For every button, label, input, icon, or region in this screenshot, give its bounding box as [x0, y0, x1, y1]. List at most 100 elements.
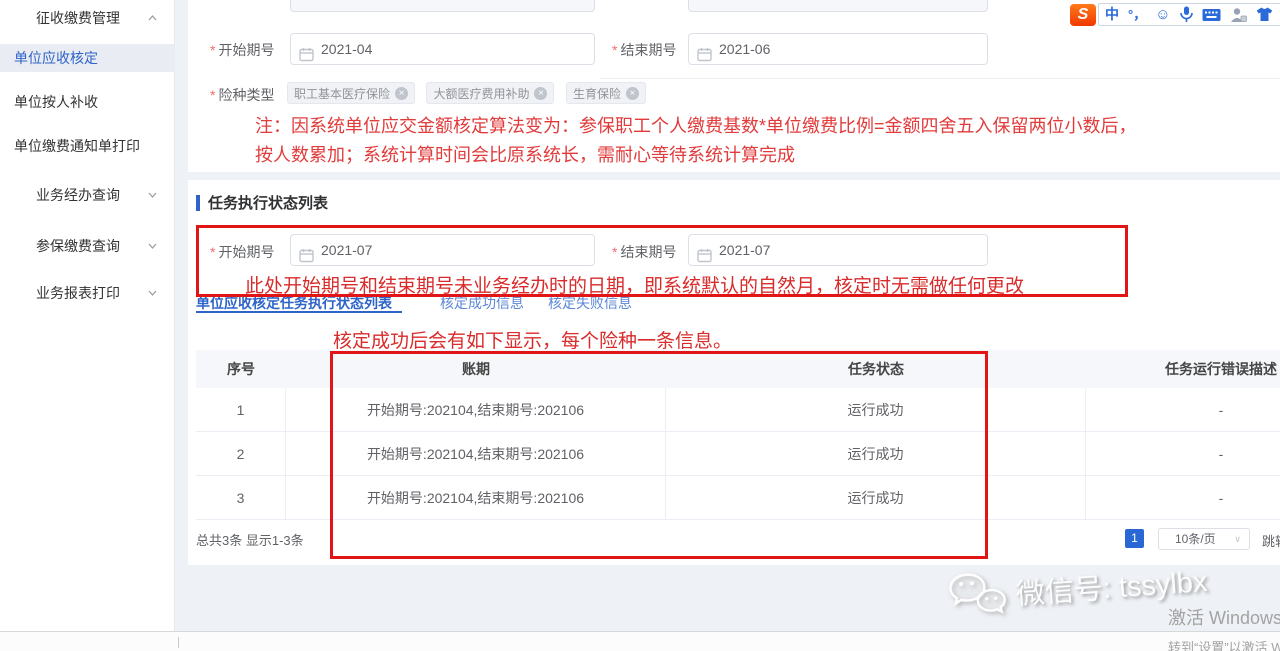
sogou-logo[interactable]: S [1070, 4, 1096, 26]
sidebar-item-label: 业务报表打印 [36, 285, 120, 301]
activate-windows-text: 激活 Windows [1168, 604, 1280, 630]
insurance-type-label: *险种类型 [210, 85, 274, 105]
required-asterisk: * [612, 244, 617, 260]
form-divider [600, 78, 1280, 79]
table-annotation: 核定成功后会有如下显示，每个险种一条信息。 [333, 326, 732, 353]
column-header: 任务运行错误描述 [1086, 350, 1280, 388]
table-row: 1 开始期号:202104,结束期号:202106 运行成功 - [196, 388, 1280, 432]
sidebar-item-unit-supplement[interactable]: 单位按人补收 [0, 88, 175, 116]
calendar-icon [697, 42, 712, 57]
cropped-input-2[interactable] [688, 0, 988, 12]
tag-close-icon[interactable]: × [395, 87, 408, 100]
table-total-text: 总共3条 显示1-3条 [196, 530, 304, 549]
column-header: 序号 [196, 350, 286, 388]
table-row: 2 开始期号:202104,结束期号:202106 运行成功 - [196, 432, 1280, 476]
cell-seq: 1 [196, 388, 286, 431]
strip-divider [178, 637, 179, 648]
sidebar: 征收缴费管理 单位应收核定 单位按人补收 单位缴费通知单打印 业务经办查询 参保… [0, 0, 175, 631]
end-period-input[interactable]: 2021-06 [688, 33, 988, 65]
cell-status: 运行成功 [666, 476, 1086, 519]
column-header: 任务状态 [666, 350, 1086, 388]
sidebar-item-insured-payment-query[interactable]: 参保缴费查询 [0, 232, 175, 260]
cell-period: 开始期号:202104,结束期号:202106 [286, 388, 666, 431]
tag-close-icon[interactable]: × [534, 87, 547, 100]
cropped-input-1[interactable] [290, 0, 595, 12]
table-row: 3 开始期号:202104,结束期号:202106 运行成功 - [196, 476, 1280, 520]
sidebar-item-label: 单位应收核定 [14, 50, 98, 66]
task-status-card: 任务执行状态列表 *开始期号 2021-07 *结束期号 2021-07 此处开… [188, 180, 1280, 565]
sogou-ime-toolbar: S 中 °， ☺ [1070, 3, 1280, 26]
ime-mic-icon[interactable] [1180, 6, 1193, 23]
chevron-down-icon [148, 192, 157, 198]
table-header-row: 序号 账期 任务状态 任务运行错误描述 [196, 350, 1280, 388]
column-header: 账期 [286, 350, 666, 388]
page-size-select[interactable]: 10条/页 ∨ [1158, 528, 1250, 550]
ime-account-icon[interactable] [1230, 7, 1247, 23]
insurance-tag[interactable]: 大额医疗费用补助× [426, 82, 554, 104]
sidebar-item-business-query[interactable]: 业务经办查询 [0, 181, 175, 209]
insurance-tag[interactable]: 职工基本医疗保险× [287, 82, 415, 104]
cell-seq: 3 [196, 476, 286, 519]
app-window: 征收缴费管理 单位应收核定 单位按人补收 单位缴费通知单打印 业务经办查询 参保… [0, 0, 1280, 651]
chevron-down-icon [148, 243, 157, 249]
chevron-down-icon: ∨ [1234, 529, 1241, 549]
required-asterisk: * [210, 87, 215, 103]
pagination-jump-label: 跳转 [1262, 531, 1280, 550]
wechat-id-text: 微信号: tssylbx [1014, 558, 1208, 613]
insurance-tag[interactable]: 生育保险× [566, 82, 646, 104]
cell-seq: 2 [196, 432, 286, 475]
algorithm-note-line2: 按人数累加；系统计算时间会比原系统长，需耐心等待系统计算完成 [255, 141, 795, 167]
sidebar-item-label: 征收缴费管理 [36, 10, 120, 26]
wechat-icon [946, 568, 1007, 622]
required-asterisk: * [612, 42, 617, 58]
start-period-value: 2021-04 [321, 41, 372, 57]
task-start-period-label: *开始期号 [210, 242, 274, 262]
task-start-period-value: 2021-07 [321, 242, 372, 258]
task-end-period-label: *结束期号 [612, 242, 676, 262]
algorithm-note-line1: 注：因系统单位应交金额核定算法变为：参保职工个人缴费基数*单位缴费比例=金额四舍… [255, 112, 1137, 138]
chevron-down-icon [148, 290, 157, 296]
end-period-label: *结束期号 [612, 40, 676, 60]
start-period-label: *开始期号 [210, 40, 274, 60]
task-end-period-value: 2021-07 [719, 242, 770, 258]
task-start-period-input[interactable]: 2021-07 [290, 234, 595, 266]
ime-punctuation-icon[interactable]: °， [1128, 4, 1146, 25]
ime-mode-chinese[interactable]: 中 [1105, 4, 1119, 25]
tab-verify-success-info[interactable]: 核定成功信息 [440, 293, 524, 313]
sidebar-item-label: 单位按人补收 [14, 94, 98, 110]
required-asterisk: * [210, 42, 215, 58]
cell-status: 运行成功 [666, 388, 1086, 431]
start-period-input[interactable]: 2021-04 [290, 33, 595, 65]
cell-period: 开始期号:202104,结束期号:202106 [286, 476, 666, 519]
tag-close-icon[interactable]: × [626, 87, 639, 100]
ime-skin-icon[interactable] [1256, 7, 1273, 22]
calendar-icon [697, 243, 712, 258]
ime-keyboard-icon[interactable] [1202, 8, 1221, 22]
required-asterisk: * [210, 244, 215, 260]
pagination-page-1[interactable]: 1 [1125, 529, 1144, 548]
cell-error: - [1086, 476, 1280, 519]
active-tab-underline [196, 311, 402, 313]
cell-error: - [1086, 388, 1280, 431]
cell-status: 运行成功 [666, 432, 1086, 475]
sidebar-item-notice-print[interactable]: 单位缴费通知单打印 [0, 132, 175, 160]
sidebar-item-levy-management[interactable]: 征收缴费管理 [0, 4, 175, 32]
calendar-icon [299, 42, 314, 57]
section-title: 任务执行状态列表 [208, 192, 328, 213]
task-end-period-input[interactable]: 2021-07 [688, 234, 988, 266]
sidebar-item-label: 单位缴费通知单打印 [14, 138, 140, 154]
sidebar-item-report-print[interactable]: 业务报表打印 [0, 279, 175, 307]
ime-icon-bar: 中 °， ☺ [1098, 3, 1280, 26]
ime-emoji-icon[interactable]: ☺ [1155, 4, 1170, 25]
cell-error: - [1086, 432, 1280, 475]
task-status-table: 序号 账期 任务状态 任务运行错误描述 1 开始期号:202104,结束期号:2… [196, 350, 1280, 520]
window-bottom-strip [0, 631, 1280, 651]
chevron-up-icon [148, 15, 157, 21]
calendar-icon [299, 243, 314, 258]
tab-verify-fail-info[interactable]: 核定失败信息 [548, 293, 632, 313]
section-title-bar [196, 195, 200, 211]
sidebar-item-unit-receivable-verify[interactable]: 单位应收核定 [0, 44, 175, 72]
tab-task-status-list[interactable]: 单位应收核定任务执行状态列表 [196, 293, 392, 313]
insurance-tag-list: 职工基本医疗保险× 大额医疗费用补助× 生育保险× [287, 82, 653, 104]
sidebar-item-label: 参保缴费查询 [36, 238, 120, 254]
